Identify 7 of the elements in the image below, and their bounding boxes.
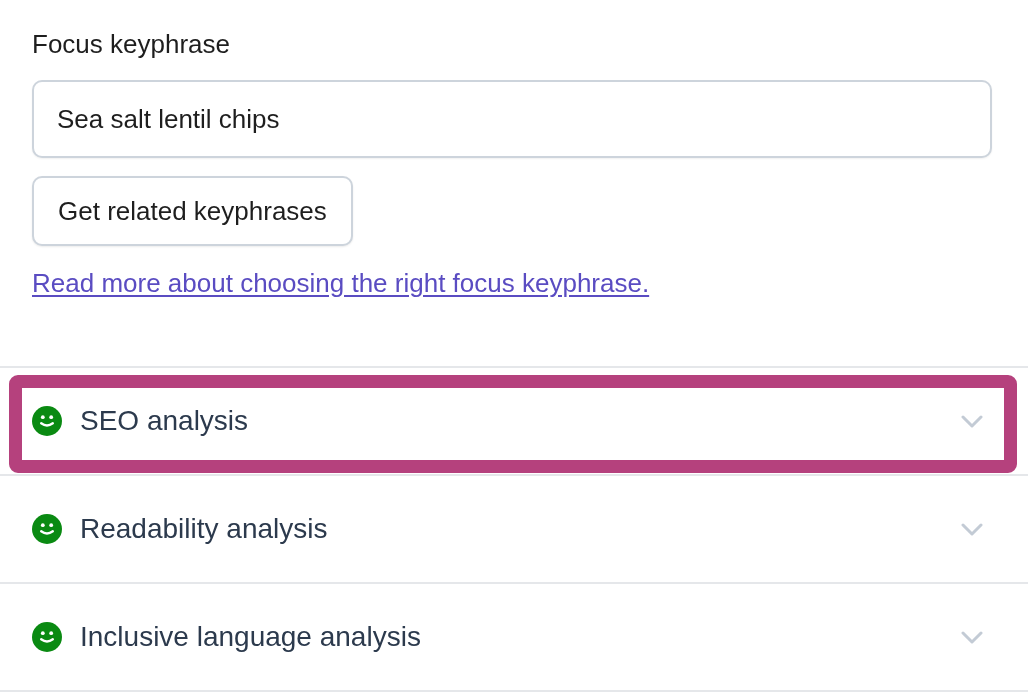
help-link[interactable]: Read more about choosing the right focus keyphrase.: [32, 267, 650, 299]
field-label: Focus keyphrase: [32, 28, 230, 60]
keyphrase-input[interactable]: Sea salt lentil chips: [32, 80, 992, 158]
analysis-toggle[interactable]: Readability analysis: [0, 476, 1028, 582]
analysis-toggle[interactable]: SEO analysis: [0, 368, 1028, 474]
related-keyphrases-button[interactable]: Get related keyphrases: [32, 176, 353, 246]
analysis-toggle[interactable]: Inclusive language analysis: [0, 584, 1028, 690]
